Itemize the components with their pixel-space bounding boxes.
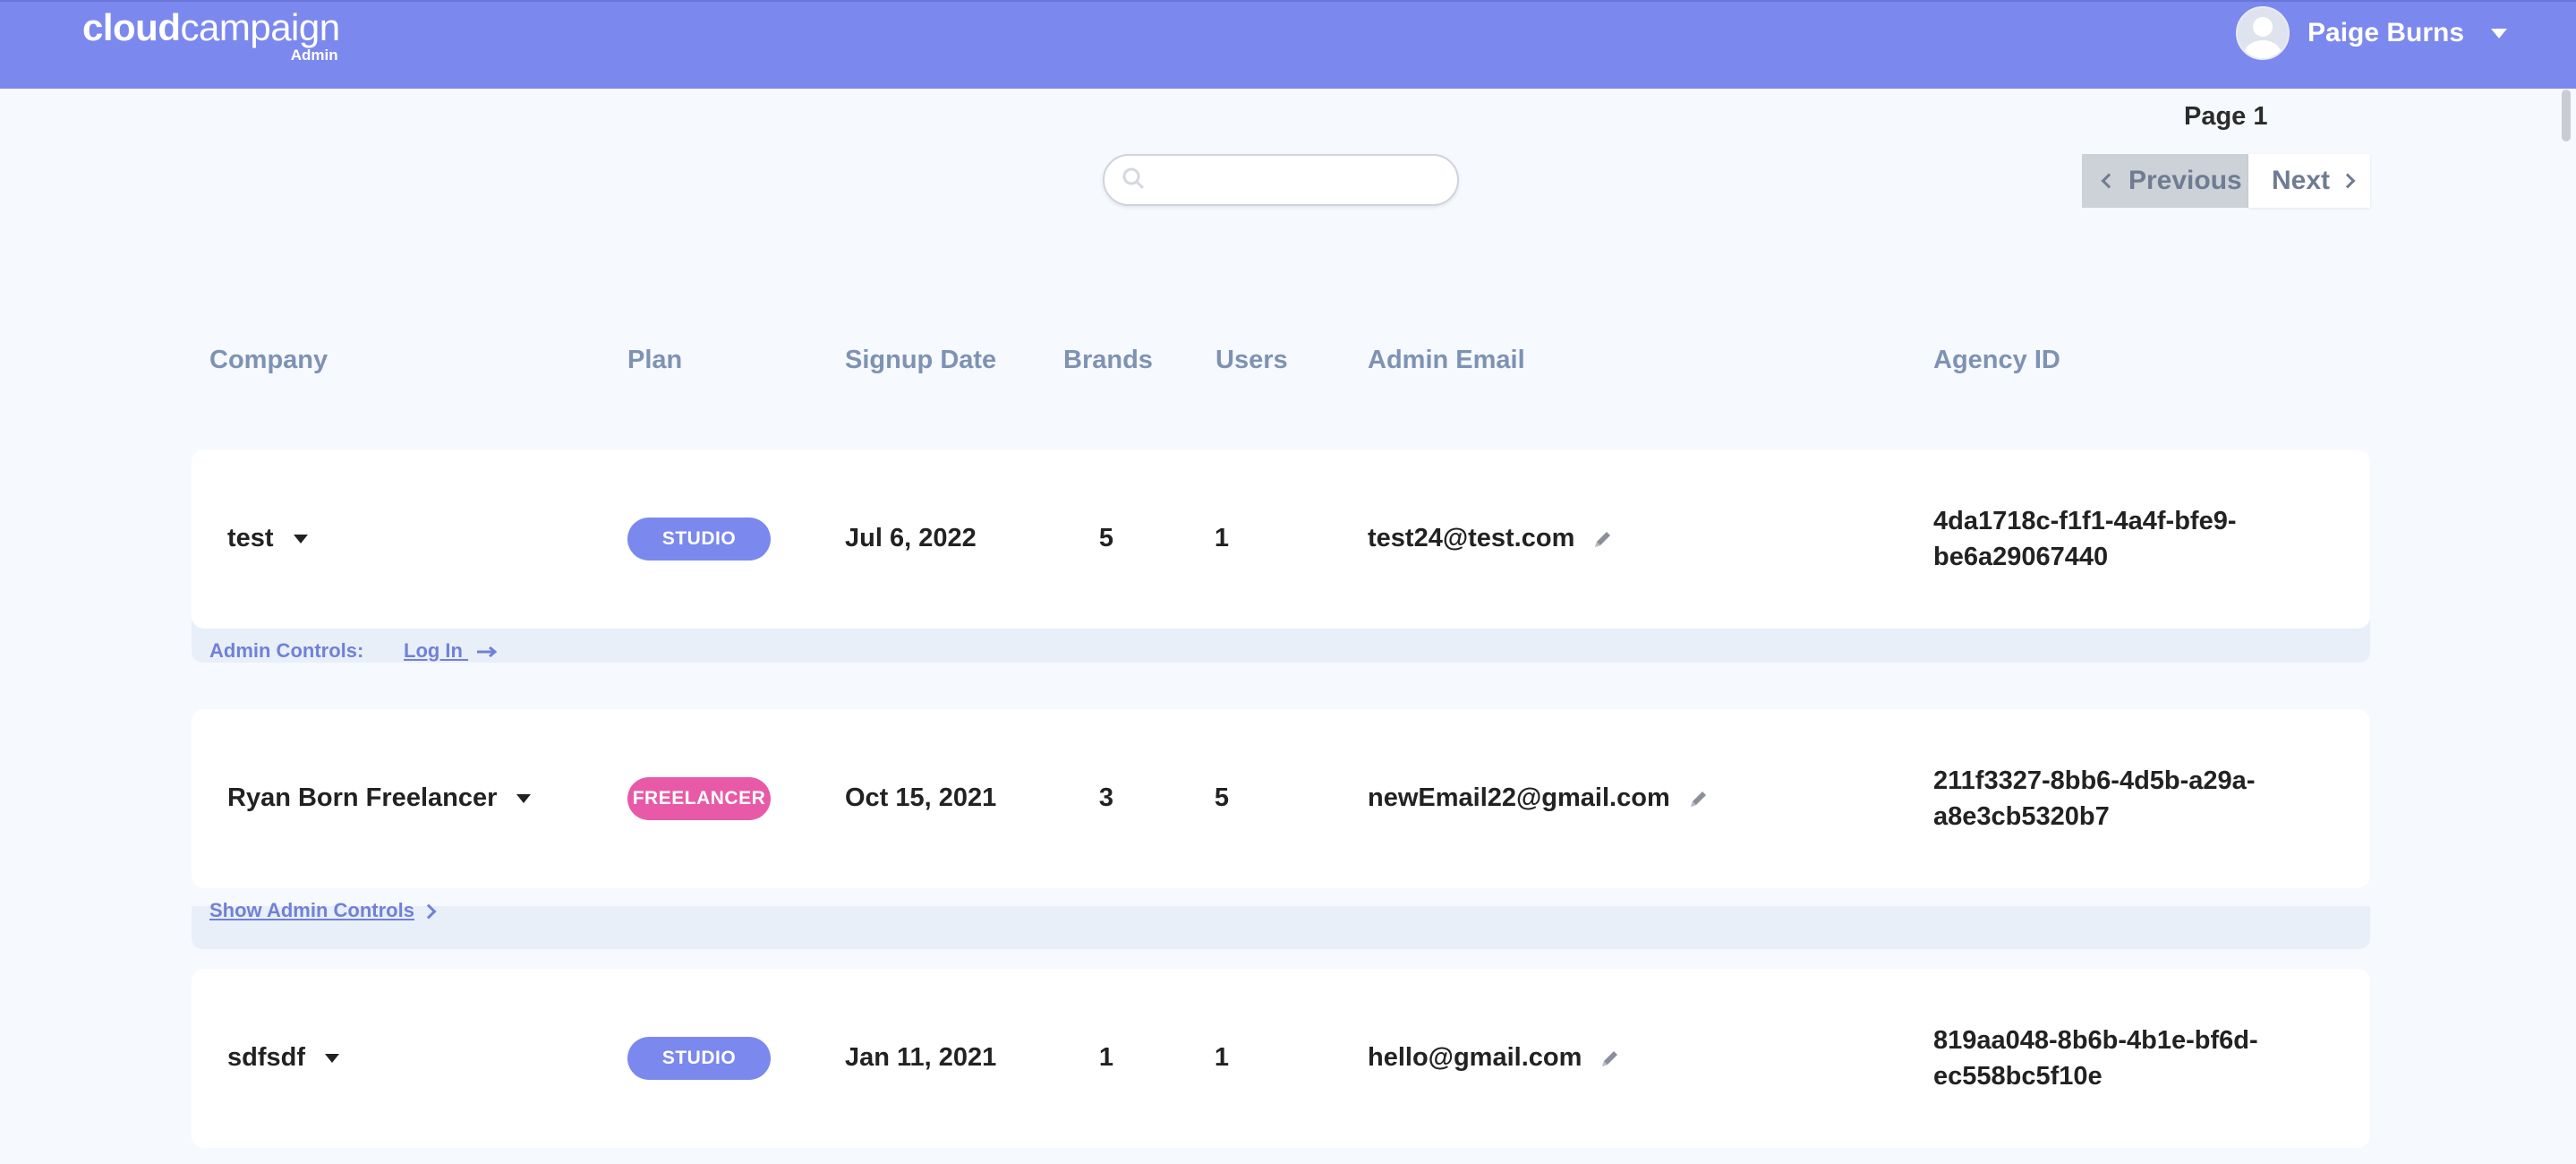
logo-admin-label: Admin: [290, 47, 338, 64]
caret-down-icon[interactable]: [325, 1054, 339, 1064]
admin-email: newEmail22@gmail.com: [1368, 783, 1670, 812]
next-label: Next: [2272, 166, 2331, 195]
company-cell[interactable]: test: [227, 524, 308, 553]
show-admin-controls-label: Show Admin Controls: [209, 899, 414, 921]
company-name: Ryan Born Freelancer: [227, 783, 498, 812]
pencil-icon[interactable]: [1688, 788, 1710, 809]
previous-button[interactable]: Previous: [2082, 154, 2248, 208]
column-header-company[interactable]: Company: [209, 346, 328, 375]
admin-email-cell: newEmail22@gmail.com: [1368, 783, 1710, 813]
column-header-signup-date[interactable]: Signup Date: [845, 346, 996, 375]
caret-down-icon[interactable]: [293, 535, 308, 544]
chevron-right-icon: [2340, 173, 2356, 189]
log-in-label: Log In: [404, 639, 463, 662]
plan-badge: FREELANCER: [627, 777, 771, 820]
caret-down-icon[interactable]: [516, 794, 532, 804]
page-indicator: Page 1: [2184, 102, 2268, 131]
signup-date: Jan 11, 2021: [845, 1043, 997, 1072]
agency-id-line: 4da1718c-f1f1-4a4f-bfe9-: [1933, 507, 2237, 535]
users-count: 5: [1214, 783, 1230, 812]
agency-id-line: a8e3cb5320b7: [1933, 802, 2110, 831]
column-header-users[interactable]: Users: [1215, 346, 1288, 375]
agency-id: 819aa048-8b6b-4b1e-bf6d- ec558bc5f10e: [1933, 1023, 2258, 1094]
top-navbar: cloudcampaign Admin Paige Burns: [0, 0, 2576, 89]
scrollbar-thumb[interactable]: [2562, 90, 2571, 141]
agency-id: 4da1718c-f1f1-4a4f-bfe9- be6a29067440: [1933, 503, 2236, 575]
user-menu[interactable]: Paige Burns: [2236, 6, 2508, 60]
avatar: [2236, 6, 2290, 60]
next-button[interactable]: Next: [2248, 154, 2370, 208]
users-count: 1: [1214, 524, 1230, 552]
search-icon: [1122, 167, 1144, 189]
admin-controls-label: Admin Controls:: [209, 639, 364, 662]
log-in-link[interactable]: Log In: [404, 639, 499, 663]
column-header-brands[interactable]: Brands: [1063, 346, 1153, 375]
company-name: sdfsdf: [227, 1043, 305, 1072]
arrow-right-icon: [477, 646, 498, 658]
admin-controls-strip: [192, 906, 2370, 949]
agency-id-line: 211f3327-8bb6-4d5b-a29a-: [1933, 766, 2256, 795]
previous-label: Previous: [2128, 166, 2242, 195]
agency-id: 211f3327-8bb6-4d5b-a29a- a8e3cb5320b7: [1933, 763, 2255, 834]
chevron-left-icon: [2101, 173, 2117, 189]
agency-id-line: 819aa048-8b6b-4b1e-bf6d-: [1933, 1026, 2258, 1055]
admin-email-cell: hello@gmail.com: [1368, 1043, 1621, 1073]
pagination: Previous Next: [2082, 154, 2370, 208]
logo-bold-text: cloud: [82, 6, 181, 48]
search-input[interactable]: [1160, 163, 1432, 199]
column-header-plan[interactable]: Plan: [627, 346, 682, 375]
admin-email: hello@gmail.com: [1368, 1043, 1582, 1072]
company-name: test: [227, 524, 274, 552]
chevron-right-icon: [421, 903, 437, 920]
column-header-agency-id[interactable]: Agency ID: [1933, 346, 2060, 375]
chevron-down-icon[interactable]: [2491, 28, 2508, 39]
admin-email: test24@test.com: [1368, 524, 1575, 552]
user-name: Paige Burns: [2307, 18, 2465, 47]
brands-count: 5: [1098, 524, 1114, 552]
user-silhouette-icon: [2244, 17, 2282, 58]
logo-light-text: campaign: [180, 6, 341, 48]
users-count: 1: [1214, 1043, 1230, 1072]
signup-date: Oct 15, 2021: [845, 783, 997, 812]
plan-badge: STUDIO: [627, 1037, 771, 1080]
agency-id-line: ec558bc5f10e: [1933, 1062, 2103, 1091]
signup-date: Jul 6, 2022: [845, 524, 977, 552]
plan-badge: STUDIO: [627, 518, 771, 561]
company-cell[interactable]: Ryan Born Freelancer: [227, 783, 532, 813]
search-box[interactable]: [1103, 154, 1459, 206]
show-admin-controls-link[interactable]: Show Admin Controls: [209, 899, 437, 922]
brands-count: 1: [1098, 1043, 1114, 1072]
admin-email-cell: test24@test.com: [1368, 524, 1614, 553]
company-cell[interactable]: sdfsdf: [227, 1043, 339, 1073]
column-header-admin-email[interactable]: Admin Email: [1368, 346, 1525, 375]
pencil-icon[interactable]: [1592, 528, 1614, 550]
pencil-icon[interactable]: [1599, 1048, 1621, 1069]
brands-count: 3: [1098, 783, 1114, 812]
agency-id-line: be6a29067440: [1933, 543, 2109, 571]
logo[interactable]: cloudcampaign Admin: [82, 5, 341, 64]
